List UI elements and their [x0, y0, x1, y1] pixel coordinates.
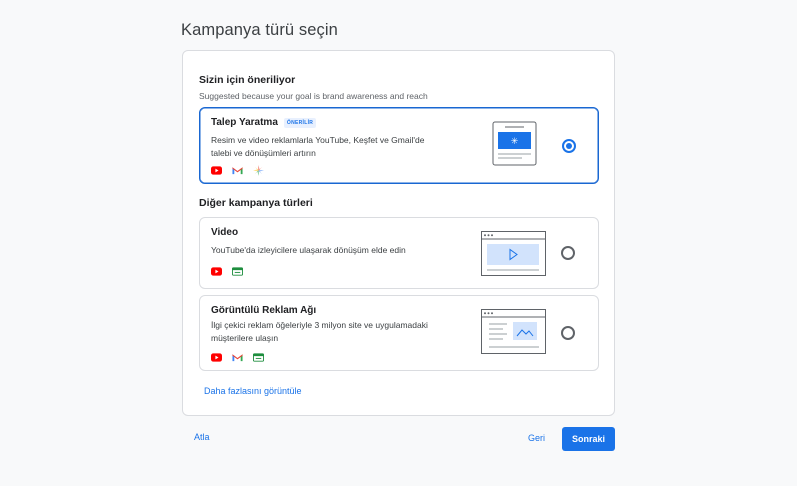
gmail-icon — [232, 354, 243, 362]
option-description-line: müşterilere ulaşın — [211, 333, 279, 343]
youtube-icon — [211, 353, 222, 362]
youtube-icon — [211, 166, 222, 175]
option-title-text: Görüntülü Reklam Ağı — [211, 305, 317, 316]
channel-icons — [211, 267, 243, 276]
show-more-link[interactable]: Daha fazlasını görüntüle — [204, 386, 302, 396]
option-title: Görüntülü Reklam Ağı — [211, 305, 316, 316]
option-description-line: talebi ve dönüşümleri artırın — [211, 148, 316, 158]
option-title-text: Video — [211, 227, 239, 238]
other-section-title: Diğer kampanya türleri — [199, 197, 313, 209]
option-radio-video[interactable] — [561, 246, 575, 260]
display-illustration-icon — [481, 309, 546, 354]
display-network-icon — [253, 353, 264, 362]
discover-icon — [253, 165, 264, 176]
option-radio-demand-gen[interactable] — [562, 139, 576, 153]
option-video[interactable]: Video YouTube'da izleyicilere ulaşarak d… — [199, 217, 599, 289]
suggested-section-subtitle: Suggested because your goal is brand awa… — [199, 91, 428, 101]
skip-button[interactable]: Atla — [194, 432, 210, 442]
option-description-line: YouTube'da izleyicilere ulaşarak dönüşüm… — [211, 245, 406, 255]
option-display-network[interactable]: Görüntülü Reklam Ağı İlgi çekici reklam … — [199, 295, 599, 371]
gmail-icon — [232, 167, 243, 175]
option-title-text: Talep Yaratma — [211, 117, 278, 128]
option-description-line: Resim ve video reklamlarla YouTube, Keşf… — [211, 135, 425, 145]
option-title: Video — [211, 227, 238, 238]
channel-icons — [211, 165, 264, 176]
option-demand-gen[interactable]: Talep Yaratma ÖNERİLİR Resim ve video re… — [199, 107, 599, 184]
option-title: Talep Yaratma ÖNERİLİR — [211, 117, 317, 128]
video-illustration-icon — [481, 231, 546, 276]
campaign-type-card: Sizin için öneriliyor Suggested because … — [182, 50, 615, 416]
next-button[interactable]: Sonraki — [562, 427, 615, 451]
option-description-line: İlgi çekici reklam öğeleriyle 3 milyon s… — [211, 320, 428, 330]
suggested-section-title: Sizin için öneriliyor — [199, 74, 296, 86]
demand-gen-illustration-icon: ✳ — [492, 121, 537, 166]
display-network-icon — [232, 267, 243, 276]
youtube-icon — [211, 267, 222, 276]
option-description: Resim ve video reklamlarla YouTube, Keşf… — [211, 134, 424, 160]
svg-text:✳: ✳ — [511, 137, 519, 147]
recommended-badge: ÖNERİLİR — [283, 117, 317, 128]
option-description: İlgi çekici reklam öğeleriyle 3 milyon s… — [211, 319, 428, 345]
option-radio-display-network[interactable] — [561, 326, 575, 340]
option-description: YouTube'da izleyicilere ulaşarak dönüşüm… — [211, 244, 406, 257]
channel-icons — [211, 353, 264, 362]
page-title: Kampanya türü seçin — [181, 21, 338, 39]
back-button[interactable]: Geri — [528, 433, 545, 443]
